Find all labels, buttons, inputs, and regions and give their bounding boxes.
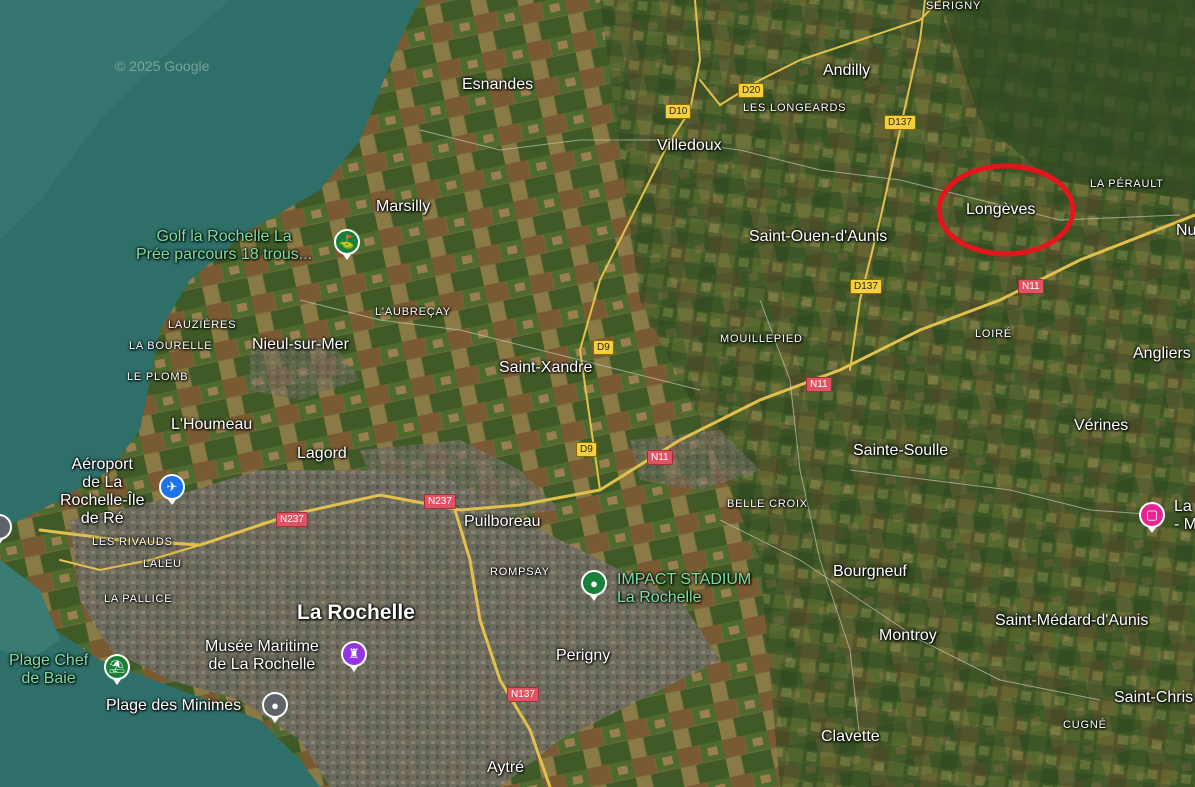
poi-plage-chef-label[interactable]: Plage Chef de Baie: [9, 652, 88, 688]
poi-musee-line1: Musée Maritime: [205, 638, 319, 655]
locality-verines: Vérines: [1074, 417, 1129, 434]
locality-la-perault: LA PÉRAULT: [1090, 178, 1164, 190]
poi-plage-chef-line1: Plage Chef: [9, 652, 89, 669]
poi-plage-minimes[interactable]: Plage des Minimes: [106, 697, 241, 715]
poi-golf-label[interactable]: Golf la Rochelle La Prée parcours 18 tro…: [136, 228, 312, 264]
road-shield-d20: D20: [738, 83, 765, 98]
poi-aeroport-line1: Aéroport: [71, 456, 133, 473]
locality-saint-xandre: Saint-Xandre: [499, 359, 593, 376]
locality-saint-chris: Saint-Chris: [1114, 689, 1194, 706]
map-imagery: [0, 0, 1195, 787]
road-shield-n237-a: N237: [424, 494, 456, 509]
locality-laleu: LALEU: [143, 558, 182, 570]
poi-musee-label[interactable]: Musée Maritime de La Rochelle: [205, 638, 319, 674]
locality-longeves[interactable]: Longèves: [966, 201, 1035, 219]
poi-stadium-line1: IMPACT STADIUM: [617, 571, 752, 588]
locality-angliers: Angliers: [1133, 345, 1191, 362]
airplane-icon[interactable]: ✈: [159, 474, 185, 505]
poi-aeroport-label[interactable]: Aéroport de La Rochelle-Île de Ré: [60, 456, 144, 528]
locality-la-rochelle: La Rochelle: [297, 601, 415, 624]
locality-bourgneuf: Bourgneuf: [833, 563, 907, 580]
locality-saint-medard-daunis: Saint-Médard-d'Aunis: [995, 612, 1149, 629]
locality-la-pallice: LA PALLICE: [104, 593, 173, 605]
beach-icon[interactable]: ⛱: [104, 654, 130, 685]
poi-hotel-line1: La: [1174, 498, 1192, 515]
locality-le-plomb: LE PLOMB: [127, 371, 189, 383]
locality-lauzieres: LAUZIÈRES: [168, 319, 237, 331]
poi-hotel-line2: - M: [1174, 516, 1195, 533]
road-shield-n11-right: N11: [1018, 279, 1044, 294]
poi-stadium-label[interactable]: IMPACT STADIUM La Rochelle: [617, 571, 751, 607]
locality-perigny: Perigny: [556, 647, 611, 664]
poi-stadium-line2: La Rochelle: [617, 589, 702, 606]
poi-golf-name-line1: Golf la Rochelle La: [156, 228, 292, 245]
road-shield-d137-top: D137: [884, 115, 916, 130]
museum-icon[interactable]: ♜: [341, 641, 367, 672]
road-shield-n11-mid: N11: [806, 377, 832, 392]
locality-clavette: Clavette: [821, 728, 880, 745]
stadium-pin-icon[interactable]: ●: [581, 570, 607, 601]
satellite-map[interactable]: © 2025 Google SERIGNY Esnandes Andilly L…: [0, 0, 1195, 787]
locality-les-rivauds: LES RIVAUDS: [92, 536, 173, 548]
poi-hotel-label[interactable]: La - M: [1174, 498, 1195, 534]
road-shield-n11-low: N11: [647, 450, 673, 465]
locality-nieul-sur-mer: Nieul-sur-Mer: [252, 336, 349, 353]
locality-aytre: Aytré: [487, 759, 525, 776]
poi-aeroport-line4: de Ré: [80, 510, 124, 527]
poi-plage-chef-line2: de Baie: [21, 670, 76, 687]
place-pin-icon[interactable]: ●: [262, 692, 288, 723]
locality-mouillepied: MOUILLEPIED: [720, 333, 803, 345]
road-shield-d137-mid: D137: [850, 279, 882, 294]
road-shield-d9-top: D9: [593, 340, 614, 355]
locality-lagord: Lagord: [297, 445, 347, 462]
locality-andilly: Andilly: [823, 62, 871, 79]
poi-aeroport-line2: de La: [82, 474, 123, 491]
locality-la-bourelle: LA BOURELLE: [129, 340, 213, 352]
locality-cugne: CUGNÉ: [1063, 719, 1107, 731]
road-shield-n237-b: N237: [276, 512, 308, 527]
locality-puilboreau: Puilboreau: [464, 513, 541, 530]
locality-laubrecay: L'AUBREÇAY: [375, 306, 451, 318]
locality-marsilly: Marsilly: [376, 198, 431, 215]
locality-belle-croix: BELLE CROIX: [727, 498, 808, 510]
road-shield-d9-low: D9: [576, 442, 597, 457]
locality-lhoumeau: L'Houmeau: [171, 416, 253, 433]
hotel-bed-icon[interactable]: ▢: [1139, 502, 1165, 533]
locality-rompsay: ROMPSAY: [490, 566, 550, 578]
road-shield-n137: N137: [507, 687, 539, 702]
map-copyright: © 2025 Google: [115, 58, 210, 74]
locality-sainte-soulle: Sainte-Soulle: [853, 442, 949, 459]
locality-montroy: Montroy: [879, 627, 937, 644]
locality-loire: LOIRÉ: [975, 328, 1013, 340]
locality-saint-ouen-daunis: Saint-Ouen-d'Aunis: [749, 228, 888, 245]
locality-les-longeards: LES LONGEARDS: [743, 102, 847, 114]
locality-nu: Nu: [1176, 222, 1195, 239]
road-shield-d10: D10: [665, 104, 692, 119]
locality-esnandes: Esnandes: [462, 76, 534, 93]
poi-golf-name-line2: Prée parcours 18 trous...: [136, 246, 313, 263]
locality-serigny: SERIGNY: [926, 0, 982, 12]
locality-villedoux: Villedoux: [657, 137, 722, 154]
poi-aeroport-line3: Rochelle-Île: [60, 492, 145, 509]
golf-icon[interactable]: ⛳: [334, 229, 360, 260]
poi-musee-line2: de La Rochelle: [208, 656, 316, 673]
